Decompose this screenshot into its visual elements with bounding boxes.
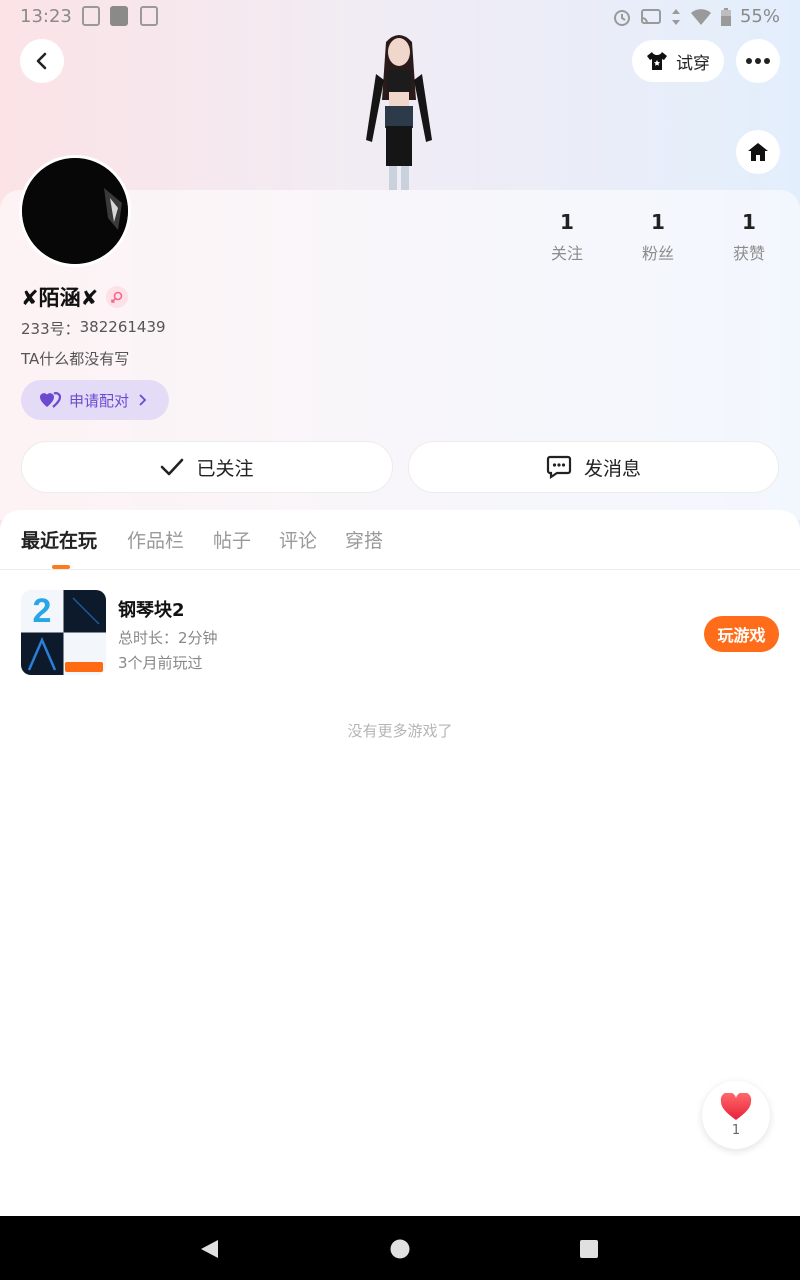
like-count: 1 <box>731 1122 741 1138</box>
battery-icon <box>720 7 731 26</box>
game-duration-row: 总时长： 2分钟 <box>118 627 218 648</box>
stat-likes[interactable]: 1 获赞 <box>709 210 789 264</box>
cast-icon <box>640 8 661 24</box>
status-bar: 13:23 55% <box>0 0 800 34</box>
game-last-played: 3个月前玩过 <box>118 654 203 672</box>
home-space-button[interactable] <box>736 130 780 174</box>
stat-following-label: 关注 <box>550 244 583 263</box>
avatar-image <box>22 158 128 264</box>
tab-posts[interactable]: 帖子 <box>213 526 251 553</box>
like-button[interactable]: 1 <box>702 1081 770 1149</box>
more-dots-icon <box>746 58 770 64</box>
back-button[interactable] <box>20 39 64 83</box>
gender-female-icon <box>106 286 129 308</box>
send-message-label: 发消息 <box>583 457 641 480</box>
heart-icon <box>720 1092 752 1120</box>
notification-video-icon <box>110 6 128 26</box>
more-options-button[interactable] <box>736 39 780 83</box>
home-icon <box>748 143 768 161</box>
nav-recents-icon[interactable] <box>578 1238 600 1260</box>
nickname: ✘陌涵✘ <box>21 286 99 310</box>
hearts-icon <box>40 392 61 408</box>
game-title: 钢琴块2 <box>118 600 185 621</box>
stat-followers-count: 1 <box>651 210 665 234</box>
stat-likes-label: 获赞 <box>732 244 765 263</box>
followed-label: 已关注 <box>196 457 254 480</box>
stat-followers[interactable]: 1 粉丝 <box>618 210 698 264</box>
stat-following-count: 1 <box>560 210 574 234</box>
profile-avatar[interactable] <box>19 155 131 267</box>
nav-back-icon[interactable] <box>198 1238 220 1260</box>
nav-home-icon[interactable] <box>389 1238 411 1260</box>
game-icon-number: 2 <box>33 592 52 630</box>
notification-doc-icon <box>140 6 158 26</box>
send-message-button[interactable]: 发消息 <box>408 441 779 493</box>
data-arrows-icon <box>671 8 680 25</box>
game-list-item[interactable]: 2 钢琴块2 总时长： 2分钟 3个月前玩过 玩游戏 <box>21 590 779 676</box>
notification-paw-icon <box>82 6 100 26</box>
try-on-button[interactable]: 试穿 <box>632 40 724 82</box>
play-game-button[interactable]: 玩游戏 <box>704 616 779 652</box>
profile-tabs: 最近在玩 作品栏 帖子 评论 穿搭 <box>0 510 800 570</box>
system-nav-bar <box>0 1216 800 1280</box>
check-icon <box>161 458 184 476</box>
nickname-row: ✘陌涵✘ <box>21 282 129 312</box>
request-pair-button[interactable]: 申请配对 <box>21 380 169 420</box>
status-right-group: 55% <box>612 6 780 27</box>
tab-works[interactable]: 作品栏 <box>127 526 184 553</box>
chevron-left-icon <box>36 52 47 70</box>
list-end-text: 没有更多游戏了 <box>347 722 453 740</box>
chat-bubble-icon <box>546 455 572 479</box>
user-id-label: 233号： <box>21 320 80 338</box>
battery-percent: 55% <box>739 6 780 27</box>
followed-button[interactable]: 已关注 <box>21 441 393 493</box>
tab-recently-played[interactable]: 最近在玩 <box>21 526 97 553</box>
tshirt-icon <box>647 52 667 70</box>
game-icon[interactable]: 2 <box>21 590 106 675</box>
avatar-3d-figure[interactable] <box>356 30 442 190</box>
tab-comments[interactable]: 评论 <box>279 526 317 553</box>
wifi-icon <box>690 8 711 25</box>
stat-following[interactable]: 1 关注 <box>527 210 607 264</box>
user-bio: TA什么都没有写 <box>21 350 130 368</box>
alarm-icon <box>613 9 630 26</box>
tab-active-indicator <box>52 565 70 569</box>
stat-followers-label: 粉丝 <box>641 244 674 263</box>
request-pair-label: 申请配对 <box>69 391 130 410</box>
stat-likes-count: 1 <box>742 210 756 234</box>
user-id-value: 382261439 <box>79 318 166 336</box>
tab-outfits[interactable]: 穿搭 <box>345 526 383 553</box>
game-duration-value: 2分钟 <box>178 629 218 647</box>
chevron-right-icon <box>139 394 147 406</box>
user-id-row: 233号： 382261439 <box>21 318 166 339</box>
game-duration-label: 总时长： <box>118 629 179 647</box>
status-time: 13:23 <box>20 6 72 27</box>
try-on-label: 试穿 <box>676 53 710 74</box>
